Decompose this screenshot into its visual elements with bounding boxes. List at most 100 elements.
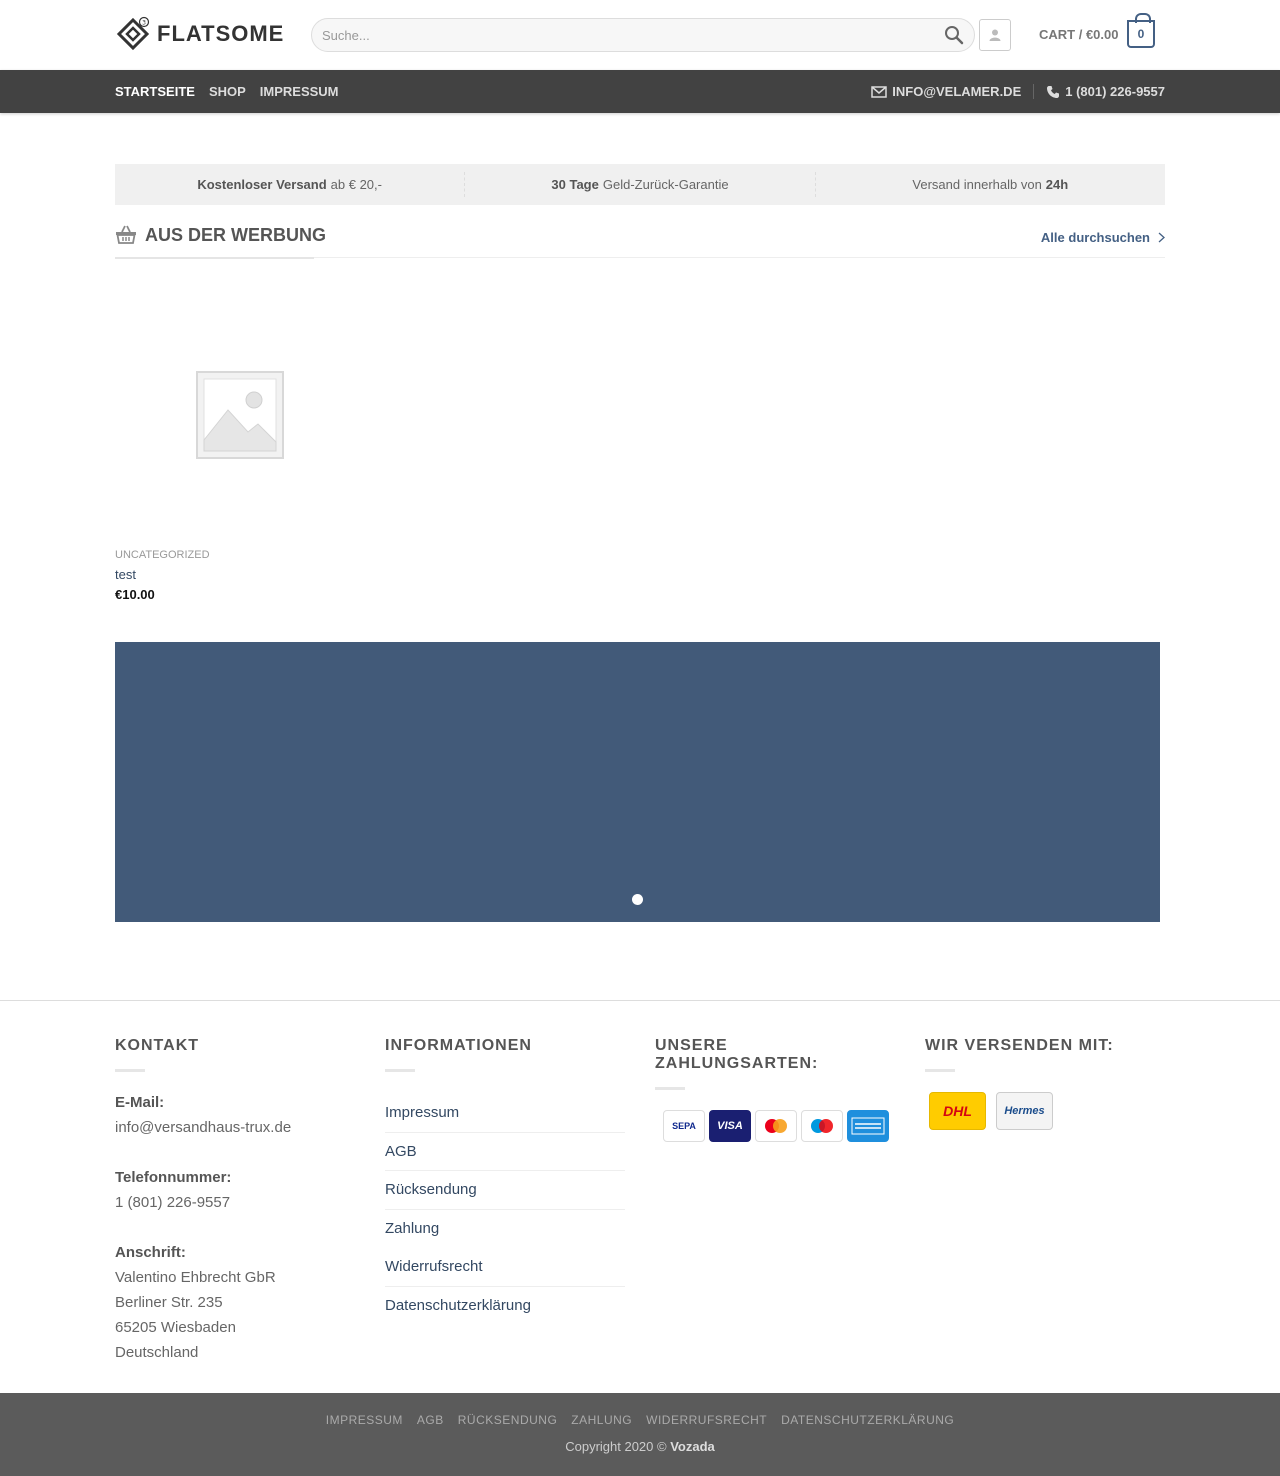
placeholder-image-icon	[196, 371, 284, 459]
mastercard-icon	[755, 1110, 797, 1142]
informationen-divider	[385, 1069, 415, 1072]
chevron-right-icon	[1158, 232, 1165, 243]
bottom-link-zahlung[interactable]: ZAHLUNG	[564, 1413, 639, 1427]
phone-value: 1 (801) 226-9557	[115, 1194, 231, 1211]
footer-link-impressum[interactable]: Impressum	[385, 1094, 625, 1133]
address-label: Anschrift:	[115, 1244, 186, 1261]
nav-phone-link[interactable]: 1 (801) 226-9557	[1046, 84, 1165, 99]
footer-bottom: IMPRESSUM AGB RÜCKSENDUNG ZAHLUNG WIDERR…	[0, 1393, 1280, 1476]
search-box	[311, 18, 975, 52]
visa-icon: VISA	[709, 1110, 751, 1142]
browse-all-label: Alle durchsuchen	[1040, 230, 1150, 245]
cart-count-badge[interactable]: 0	[1127, 13, 1155, 48]
bottom-link-agb[interactable]: AGB	[410, 1413, 451, 1427]
footer-link-zahlung[interactable]: Zahlung	[385, 1210, 625, 1249]
usp-money-back-bold: 30 Tage	[551, 177, 599, 192]
product-title[interactable]: test	[115, 567, 365, 582]
nav-item-startseite[interactable]: STARTSEITE	[115, 84, 195, 99]
footer-informationen: INFORMATIONEN Impressum AGB Rücksendung …	[385, 1037, 625, 1325]
user-icon	[989, 29, 1001, 41]
kontakt-heading: KONTAKT	[115, 1037, 200, 1054]
payment-icons: SEPA VISA	[663, 1110, 895, 1142]
address-line: Berliner Str. 235	[115, 1294, 223, 1311]
phone-label: Telefonnummer:	[115, 1169, 232, 1186]
usp-free-shipping-bold: Kostenloser Versand	[197, 177, 327, 192]
usp-fast-shipping: Versand innerhalb von 24h	[816, 172, 1165, 197]
shipping-icons: DHL Hermes	[929, 1092, 1165, 1130]
dhl-icon: DHL	[929, 1092, 986, 1130]
bottom-link-widerrufsrecht[interactable]: WIDERRUFSRECHT	[639, 1413, 774, 1427]
versand-divider	[925, 1069, 955, 1072]
account-button[interactable]	[979, 19, 1011, 51]
bottom-link-ruecksendung[interactable]: RÜCKSENDUNG	[451, 1413, 565, 1427]
section-title: AUS DER WERBUNG	[145, 224, 327, 245]
logo-icon: 3	[116, 16, 150, 51]
email-value: info@versandhaus-trux.de	[115, 1119, 292, 1136]
search-icon[interactable]	[944, 25, 964, 45]
usp-free-shipping: Kostenloser Versand ab € 20,-	[115, 172, 466, 197]
browse-all-link[interactable]: Alle durchsuchen	[1041, 230, 1165, 245]
maestro-icon	[801, 1110, 843, 1142]
versand-heading: WIR VERSENDEN MIT:	[925, 1037, 1114, 1054]
email-label: E-Mail:	[115, 1094, 165, 1111]
address-line: Deutschland	[115, 1344, 199, 1361]
usp-fast-shipping-text: Versand innerhalb von	[912, 177, 1042, 192]
svg-text:3: 3	[142, 20, 146, 27]
footer-kontakt: KONTAKT E-Mail: info@versandhaus-trux.de…	[115, 1037, 355, 1365]
nav-email-text: INFO@VELAMER.DE	[892, 84, 1022, 99]
shopping-basket-icon	[116, 225, 136, 244]
copyright-brand: Vozada	[670, 1439, 715, 1454]
banner-slider[interactable]	[115, 642, 1160, 922]
envelope-icon	[871, 85, 888, 98]
sepa-text: SEPA	[672, 1121, 696, 1131]
address-line: 65205 Wiesbaden	[115, 1319, 236, 1336]
footer-versand: WIR VERSENDEN MIT: DHL Hermes	[925, 1037, 1165, 1130]
search-input[interactable]	[322, 27, 944, 43]
product-price: €10.00	[115, 587, 155, 602]
dhl-text: DHL	[943, 1103, 972, 1119]
informationen-list: Impressum AGB Rücksendung Zahlung Widerr…	[385, 1094, 625, 1325]
bottom-link-datenschutz[interactable]: DATENSCHUTZERKLÄRUNG	[774, 1413, 961, 1427]
kontakt-divider	[115, 1069, 145, 1072]
usp-free-shipping-text: ab € 20,-	[330, 177, 382, 192]
hermes-icon: Hermes	[996, 1092, 1053, 1130]
zahlungsarten-heading: UNSERE ZAHLUNGSARTEN:	[655, 1037, 819, 1072]
footer-link-agb[interactable]: AGB	[385, 1133, 625, 1171]
footer-link-datenschutz[interactable]: Datenschutzerklärung	[385, 1287, 625, 1326]
copyright: Copyright 2020 © Vozada	[0, 1439, 1280, 1454]
footer-bottom-links: IMPRESSUM AGB RÜCKSENDUNG ZAHLUNG WIDERR…	[0, 1413, 1280, 1427]
address-line: Valentino Ehbrecht GbR	[115, 1269, 276, 1286]
site-logo[interactable]: 3 FLATSOME	[115, 16, 284, 52]
phone-icon	[1047, 85, 1060, 98]
product-image[interactable]	[115, 290, 365, 540]
visa-text: VISA	[717, 1120, 743, 1132]
section-header: AUS DER WERBUNG Alle durchsuchen	[115, 222, 1165, 259]
cart-link[interactable]: CART / €0.00	[1039, 27, 1118, 42]
american-express-icon	[847, 1110, 889, 1142]
nav-item-impressum[interactable]: IMPRESSUM	[260, 84, 339, 99]
sepa-icon: SEPA	[663, 1110, 705, 1142]
copyright-text: Copyright 2020 ©	[565, 1439, 667, 1454]
section-title-underline	[115, 257, 314, 259]
footer-widgets: KONTAKT E-Mail: info@versandhaus-trux.de…	[0, 1000, 1280, 1393]
usp-info-bar: Kostenloser Versand ab € 20,- 30 Tage Ge…	[115, 164, 1165, 205]
footer-zahlungsarten: UNSERE ZAHLUNGSARTEN: SEPA VISA	[655, 1037, 895, 1142]
header-main: 3 FLATSOME CART / €0.00 0	[0, 0, 1280, 70]
nav-email-link[interactable]: INFO@VELAMER.DE	[871, 84, 1021, 99]
footer-link-widerrufsrecht[interactable]: Widerrufsrecht	[385, 1248, 625, 1287]
slider-dot-active[interactable]	[632, 894, 643, 905]
bottom-link-impressum[interactable]: IMPRESSUM	[319, 1413, 410, 1427]
product-category: UNCATEGORIZED	[115, 549, 210, 561]
zahlungsarten-divider	[655, 1087, 685, 1090]
main-navigation: STARTSEITE SHOP IMPRESSUM INFO@VELAMER.D…	[0, 70, 1280, 113]
usp-money-back: 30 Tage Geld-Zurück-Garantie	[465, 172, 816, 197]
hermes-text: Hermes	[1004, 1105, 1045, 1117]
logo-text: FLATSOME	[157, 21, 285, 46]
usp-money-back-text: Geld-Zurück-Garantie	[602, 177, 729, 192]
product-card[interactable]: UNCATEGORIZED test €10.00	[115, 290, 365, 602]
nav-divider	[1033, 84, 1035, 99]
footer-link-ruecksendung[interactable]: Rücksendung	[385, 1171, 625, 1210]
informationen-heading: INFORMATIONEN	[385, 1037, 532, 1054]
usp-fast-shipping-bold: 24h	[1045, 177, 1069, 192]
nav-item-shop[interactable]: SHOP	[209, 84, 246, 99]
